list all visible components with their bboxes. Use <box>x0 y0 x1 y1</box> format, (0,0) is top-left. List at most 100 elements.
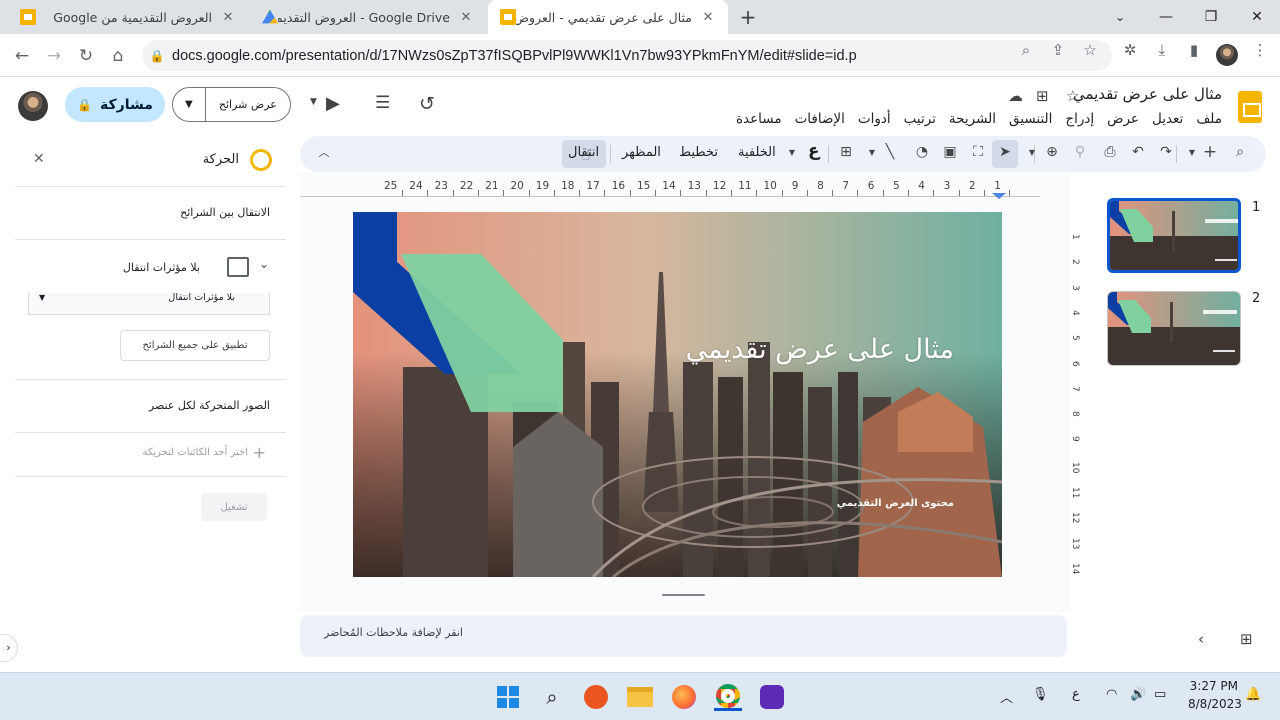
add-animation-row[interactable]: اختر أحد الكائنات لتحريكه + <box>15 433 286 477</box>
dropdown-arrow-icon[interactable]: ▼ <box>39 293 45 302</box>
paint-format-icon[interactable]: ⚲ <box>1070 144 1090 160</box>
chrome-icon[interactable] <box>714 683 742 711</box>
line-dropdown-icon[interactable]: ▼ <box>862 148 882 157</box>
new-slide-dropdown-icon[interactable]: ▼ <box>1182 148 1202 157</box>
menu-extensions[interactable]: الإضافات <box>795 111 845 127</box>
screen-recorder-icon[interactable] <box>758 683 786 711</box>
slideshow-dropdown-icon[interactable]: ▼ <box>173 99 205 110</box>
close-panel-icon[interactable]: ✕ <box>33 151 45 167</box>
line-icon[interactable]: ╲ <box>880 144 900 160</box>
download-icon[interactable]: ⤓ <box>1150 41 1174 59</box>
comment-add-icon[interactable]: ⊞ <box>836 144 856 160</box>
frame-icon[interactable]: ⛶ <box>968 144 988 160</box>
wifi-icon[interactable]: ◠ <box>1106 687 1117 702</box>
select-cursor-icon[interactable]: ➤ <box>995 144 1015 160</box>
show-hidden-icons-icon[interactable]: ︿ <box>1000 687 1013 706</box>
transition-item[interactable]: ⌄ بلا مؤثرات انتقال <box>15 240 286 295</box>
more-menu-icon[interactable]: ⋮ <box>1248 41 1272 59</box>
play-button[interactable]: تشغيل <box>201 493 267 521</box>
layout-button[interactable]: تخطيط <box>679 145 718 160</box>
battery-icon[interactable]: ▭ <box>1154 687 1166 702</box>
back-icon[interactable]: ← <box>8 42 36 70</box>
image-icon[interactable]: ▣ <box>940 144 960 160</box>
slides-logo-icon[interactable] <box>1238 91 1262 123</box>
slideshow-label[interactable]: عرض شرائح <box>204 88 290 121</box>
expand-filmstrip-icon[interactable]: ‹ <box>1198 630 1204 648</box>
input-tools-dropdown-icon[interactable]: ▼ <box>782 148 802 157</box>
grid-view-icon[interactable]: ⊞ <box>1240 630 1253 648</box>
new-slide-icon[interactable]: + <box>1200 142 1220 162</box>
undo-icon[interactable]: ↶ <box>1128 144 1148 160</box>
slide-thumbnail-1[interactable] <box>1107 198 1241 273</box>
slide-subtitle[interactable]: محتوى العرض التقديمي <box>837 498 954 509</box>
side-panel-icon[interactable]: ▮ <box>1182 41 1206 59</box>
background-button[interactable]: الخلفية <box>738 145 776 160</box>
meet-dropdown-icon[interactable]: ▼ <box>310 97 317 107</box>
menu-format[interactable]: التنسيق <box>1009 111 1052 127</box>
slide-canvas[interactable]: مثال على عرض تقديمي محتوى العرض التقديمي <box>353 212 1002 577</box>
share-button[interactable]: مشاركة 🔒 <box>65 87 165 122</box>
account-avatar[interactable] <box>18 91 48 121</box>
minimize-icon[interactable]: — <box>1143 0 1189 34</box>
share-page-icon[interactable]: ⇪ <box>1046 41 1070 59</box>
slide-thumbnail-2[interactable] <box>1107 291 1241 366</box>
search-menus-icon[interactable]: ⌕ <box>1230 144 1250 160</box>
menu-slide[interactable]: الشريحة <box>949 111 996 127</box>
star-icon[interactable]: ☆ <box>1066 87 1079 105</box>
comments-icon[interactable]: ☰ <box>375 93 390 113</box>
browser-tab-2[interactable]: ✕ Google Drive - العروض التقديمية <box>250 0 486 34</box>
microphone-icon[interactable]: 🎙 <box>1032 687 1049 702</box>
volume-icon[interactable]: 🔊 <box>1130 687 1146 702</box>
input-tools-icon[interactable]: ع <box>808 141 820 161</box>
home-icon[interactable]: ⌂ <box>104 42 132 70</box>
apply-to-all-slides-button[interactable]: تطبيق على جميع الشرائح <box>120 330 270 361</box>
menu-tools[interactable]: أدوات <box>858 111 891 127</box>
speaker-notes[interactable]: انقر لإضافة ملاحظات المُحاضر <box>300 615 1067 657</box>
browser-tab-3-active[interactable]: ✕ مثال على عرض تقديمي - العروض <box>488 0 728 34</box>
close-tab-icon[interactable]: ✕ <box>220 10 236 25</box>
print-icon[interactable]: ⎙ <box>1100 144 1120 160</box>
close-tab-icon[interactable]: ✕ <box>458 10 474 25</box>
close-icon[interactable]: ✕ <box>1234 0 1280 34</box>
lock-icon[interactable]: 🔒 <box>142 49 172 63</box>
move-folder-icon[interactable]: ⊞ <box>1036 87 1049 105</box>
add-icon[interactable]: + <box>253 443 266 462</box>
firefox-icon[interactable] <box>670 683 698 711</box>
menu-arrange[interactable]: ترتيب <box>904 111 936 127</box>
version-history-icon[interactable]: ↺ <box>419 93 435 115</box>
theme-button[interactable]: المظهر <box>622 145 661 160</box>
clock-time[interactable]: 3:27 PM <box>1188 679 1238 693</box>
expand-chevron-icon[interactable]: ⌄ <box>259 257 269 271</box>
collapse-toolbar-icon[interactable]: ︿ <box>314 144 334 160</box>
new-tab-button[interactable]: + <box>736 6 760 28</box>
bookmark-star-icon[interactable]: ☆ <box>1078 41 1102 59</box>
reload-icon[interactable]: ↻ <box>72 42 100 70</box>
windows-start-icon[interactable] <box>494 683 522 711</box>
language-indicator[interactable]: ع <box>1072 687 1080 702</box>
menu-help[interactable]: مساعدة <box>736 111 782 127</box>
menu-view[interactable]: عرض <box>1107 111 1139 127</box>
chevron-down-icon[interactable]: ⌄ <box>1097 0 1143 34</box>
close-tab-icon[interactable]: ✕ <box>700 10 716 25</box>
shape-icon[interactable]: ◔ <box>912 144 932 160</box>
redo-icon[interactable]: ↷ <box>1156 144 1176 160</box>
meet-video-icon[interactable]: ▶ <box>326 93 340 114</box>
restore-icon[interactable]: ❐ <box>1188 0 1234 34</box>
forward-icon[interactable]: → <box>40 42 68 70</box>
search-icon[interactable]: ⌕ <box>538 683 566 711</box>
ubuntu-icon[interactable] <box>582 683 610 711</box>
address-bar[interactable]: 🔒 docs.google.com/presentation/d/17NWzs0… <box>142 40 1112 71</box>
profile-avatar[interactable] <box>1216 44 1238 66</box>
browser-tab-1[interactable]: ✕ العروض التقديمية من Google <box>8 0 248 34</box>
select-dropdown-icon[interactable]: ▼ <box>1022 148 1042 157</box>
notes-resize-handle[interactable] <box>662 594 705 596</box>
slideshow-button[interactable]: عرض شرائح ▼ <box>172 87 291 122</box>
document-title[interactable]: مثال على عرض تقديمي <box>1073 85 1222 103</box>
notifications-icon[interactable]: 🔔 <box>1245 687 1261 702</box>
extensions-icon[interactable]: ✲ <box>1118 41 1142 59</box>
search-icon[interactable]: ⌕ <box>1014 41 1038 59</box>
transition-type-dropdown[interactable]: بلا مؤثرات انتقال ▼ <box>28 292 270 315</box>
file-explorer-icon[interactable] <box>626 683 654 711</box>
menu-edit[interactable]: تعديل <box>1152 111 1183 127</box>
clock-date[interactable]: 8/8/2023 <box>1188 697 1242 711</box>
